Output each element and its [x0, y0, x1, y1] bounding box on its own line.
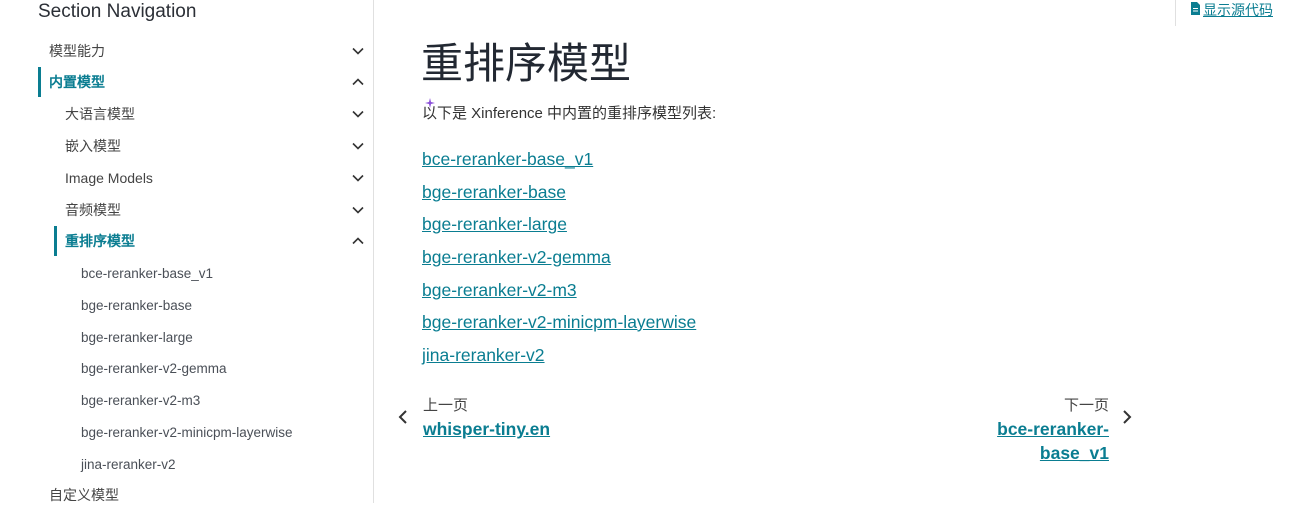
chevron-down-icon[interactable] — [348, 104, 368, 124]
sidebar-item-label: 内置模型 — [49, 74, 105, 90]
chevron-down-icon[interactable] — [348, 41, 368, 61]
prev-label: 上一页 — [423, 397, 469, 414]
sidebar-item-llm[interactable]: 大语言模型 — [38, 100, 368, 128]
model-link-bce-reranker-base-v1[interactable]: bce-reranker-base_v1 — [422, 149, 593, 170]
sidebar-item-label: bge-reranker-large — [81, 329, 193, 345]
sidebar-item-label: 重排序模型 — [65, 233, 135, 249]
sidebar-item-label: bce-reranker-base_v1 — [81, 265, 214, 281]
sidebar-item-embedding[interactable]: 嵌入模型 — [38, 132, 368, 160]
sidebar-item-label: 嵌入模型 — [65, 138, 121, 154]
next-page-link[interactable]: 下一页 bce-reranker-base_v1 — [935, 395, 1140, 463]
sidebar-item-custom-models[interactable]: 自定义模型 — [38, 481, 368, 509]
sidebar-item-label: 大语言模型 — [65, 106, 135, 122]
sidebar-item-rerank[interactable]: 重排序模型 — [38, 226, 368, 256]
sidebar-item-label: 音频模型 — [65, 202, 121, 218]
sidebar-item-label: 模型能力 — [49, 43, 105, 59]
sidebar-item-builtin-models[interactable]: 内置模型 — [38, 67, 368, 97]
chevron-down-icon[interactable] — [348, 168, 368, 188]
sidebar-item-label: jina-reranker-v2 — [81, 456, 176, 472]
chevron-left-icon — [398, 409, 408, 430]
page-title: 重排序模型 — [421, 40, 632, 87]
model-link-bge-reranker-v2-m3[interactable]: bge-reranker-v2-m3 — [422, 280, 577, 301]
sidebar-item-label: bge-reranker-v2-m3 — [81, 392, 201, 408]
sidebar-item-label: bge-reranker-v2-gemma — [81, 360, 227, 376]
active-indicator — [54, 226, 57, 256]
sidebar-item-bge-reranker-v2-m3[interactable]: bge-reranker-v2-m3 — [38, 386, 368, 414]
sidebar-item-bge-reranker-v2-gemma[interactable]: bge-reranker-v2-gemma — [38, 354, 368, 382]
prev-page-link[interactable]: 上一页 whisper-tiny.en — [398, 395, 598, 445]
intro-text: 以下是 Xinference 中内置的重排序模型列表: — [422, 105, 717, 122]
next-label: 下一页 — [1063, 397, 1109, 414]
header-divider — [1175, 0, 1176, 26]
model-link-bge-reranker-v2-minicpm-layerwise[interactable]: bge-reranker-v2-minicpm-layerwise — [422, 312, 696, 333]
sidebar-item-image-models[interactable]: Image Models — [38, 164, 368, 192]
sidebar-item-label: Image Models — [65, 170, 153, 186]
sidebar-item-bge-reranker-large[interactable]: bge-reranker-large — [38, 323, 368, 351]
sidebar-item-label: 自定义模型 — [49, 487, 119, 503]
sidebar-item-model-abilities[interactable]: 模型能力 — [38, 37, 368, 65]
model-link-bge-reranker-large[interactable]: bge-reranker-large — [422, 214, 567, 235]
model-link-bge-reranker-base[interactable]: bge-reranker-base — [422, 182, 566, 203]
active-indicator — [38, 67, 41, 97]
model-link-jina-reranker-v2[interactable]: jina-reranker-v2 — [422, 345, 545, 366]
model-link-bge-reranker-v2-gemma[interactable]: bge-reranker-v2-gemma — [422, 247, 611, 268]
chevron-right-icon — [1122, 409, 1132, 430]
chevron-up-icon[interactable] — [348, 231, 368, 251]
show-source-link[interactable]: 显示源代码 — [1190, 0, 1273, 20]
sidebar-item-audio[interactable]: 音频模型 — [38, 196, 368, 224]
sidebar-title: Section Navigation — [38, 1, 197, 22]
sidebar: Section Navigation 模型能力 内置模型 大语言模型 嵌入模型 … — [0, 0, 374, 503]
sidebar-item-label: bge-reranker-base — [81, 297, 193, 313]
chevron-up-icon[interactable] — [348, 72, 368, 92]
next-title[interactable]: bce-reranker-base_v1 — [935, 417, 1109, 465]
show-source-label: 显示源代码 — [1203, 2, 1273, 18]
sidebar-item-bce-reranker-base-v1[interactable]: bce-reranker-base_v1 — [38, 259, 368, 287]
chevron-down-icon[interactable] — [348, 200, 368, 220]
sidebar-item-jina-reranker-v2[interactable]: jina-reranker-v2 — [38, 450, 368, 478]
prev-title[interactable]: whisper-tiny.en — [423, 417, 550, 441]
chevron-down-icon[interactable] — [348, 136, 368, 156]
file-icon — [1190, 2, 1201, 18]
sidebar-item-bge-reranker-v2-minicpm-layerwise[interactable]: bge-reranker-v2-minicpm-layerwise — [38, 418, 368, 446]
sidebar-item-bge-reranker-base[interactable]: bge-reranker-base — [38, 291, 368, 319]
sidebar-item-label: bge-reranker-v2-minicpm-layerwise — [81, 424, 293, 440]
